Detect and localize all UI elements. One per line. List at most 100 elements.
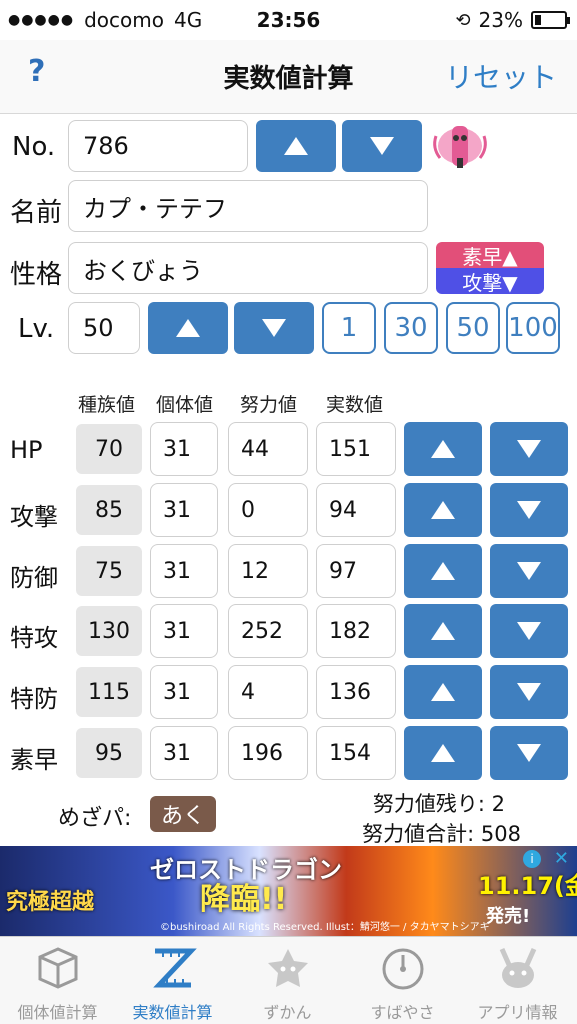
ev-field[interactable]: 12 [228, 544, 308, 598]
tab-label: 個体値計算 [17, 1003, 98, 1022]
ad-copyright: ©bushiroad All Rights Reserved. Illust：鯖… [160, 922, 490, 933]
ev-remaining: 努力値残り: 2 [372, 792, 505, 816]
stat-up-button[interactable] [404, 422, 482, 476]
name-field[interactable]: カプ・テテフ [68, 180, 428, 232]
column-header-ev: 努力値 [240, 394, 298, 416]
iv-field[interactable]: 31 [150, 422, 218, 476]
iv-field[interactable]: 31 [150, 483, 218, 537]
tab-actual-calc[interactable]: 実数値計算 [115, 937, 230, 1024]
iv-field[interactable]: 31 [150, 544, 218, 598]
actual-field[interactable]: 182 [316, 604, 396, 658]
ad-release: 発売! [486, 906, 531, 927]
actual-field[interactable]: 151 [316, 422, 396, 476]
nav-bar: ? 実数値計算 リセット [0, 40, 577, 114]
stat-down-button[interactable] [490, 483, 568, 537]
down-arrow-icon [517, 622, 541, 640]
level-label: Lv. [18, 314, 55, 344]
level-up-button[interactable] [148, 302, 228, 354]
base-stat-value: 95 [76, 728, 142, 778]
stat-name: 攻撃 [10, 503, 58, 531]
level-preset-100[interactable]: 100 [506, 302, 560, 354]
tab-bar: 個体値計算 実数値計算 ずかん すばやさ アプリ情報 [0, 936, 577, 1024]
battery-percent: 23% [478, 8, 523, 32]
actual-field[interactable]: 136 [316, 665, 396, 719]
pikachu-icon [499, 947, 536, 988]
stat-down-button[interactable] [490, 726, 568, 780]
level-field[interactable]: 50 [68, 302, 140, 354]
ad-close-icon[interactable]: ✕ [554, 848, 569, 869]
stat-up-button[interactable] [404, 483, 482, 537]
down-arrow-icon [517, 440, 541, 458]
up-arrow-icon [431, 744, 455, 762]
actual-field[interactable]: 97 [316, 544, 396, 598]
cube-icon [38, 947, 77, 989]
hidden-power-type: あく [150, 796, 216, 832]
ad-main-text: 降臨!! [200, 882, 288, 917]
stat-down-button[interactable] [490, 665, 568, 719]
base-stat-value: 130 [76, 606, 142, 656]
down-arrow-icon [262, 319, 286, 337]
ev-field[interactable]: 4 [228, 665, 308, 719]
tab-label: 実数値計算 [132, 1003, 213, 1022]
actual-field[interactable]: 154 [316, 726, 396, 780]
tab-speed[interactable]: すばやさ [345, 937, 460, 1024]
column-header-actual: 実数値 [326, 394, 384, 416]
name-label: 名前 [10, 198, 63, 228]
nature-down-stat: 攻撃▼ [436, 268, 544, 294]
base-stat-value: 75 [76, 546, 142, 596]
level-preset-1[interactable]: 1 [322, 302, 376, 354]
base-stat-value: 85 [76, 485, 142, 535]
stat-up-button[interactable] [404, 604, 482, 658]
tab-iv-calc[interactable]: 個体値計算 [0, 937, 115, 1024]
stat-down-button[interactable] [490, 422, 568, 476]
level-preset-30[interactable]: 30 [384, 302, 438, 354]
actual-field[interactable]: 94 [316, 483, 396, 537]
stat-up-button[interactable] [404, 665, 482, 719]
status-bar: ●●●●● docomo 4G 23:56 ⟲ 23% [0, 0, 577, 40]
speedometer-icon [382, 948, 423, 990]
ad-info-icon[interactable]: i [523, 850, 541, 868]
tab-label: ずかん [263, 1003, 312, 1022]
up-arrow-icon [284, 137, 308, 155]
level-down-button[interactable] [234, 302, 314, 354]
stat-down-button[interactable] [490, 544, 568, 598]
ad-left-text: 究極超越 [6, 890, 95, 915]
iv-field[interactable]: 31 [150, 665, 218, 719]
nature-effect-badge: 素早▲ 攻撃▼ [436, 242, 544, 294]
tab-app-info[interactable]: アプリ情報 [460, 937, 575, 1024]
stat-down-button[interactable] [490, 604, 568, 658]
stat-name: HP [10, 436, 43, 464]
reset-button[interactable]: リセット [445, 56, 557, 96]
column-header-base: 種族値 [78, 394, 136, 416]
tab-label: すばやさ [370, 1003, 435, 1022]
stat-name: 防御 [10, 564, 58, 592]
no-down-button[interactable] [342, 120, 422, 172]
level-preset-50[interactable]: 50 [446, 302, 500, 354]
iv-field[interactable]: 31 [150, 726, 218, 780]
nature-label: 性格 [10, 260, 63, 290]
ev-field[interactable]: 0 [228, 483, 308, 537]
base-stat-value: 70 [76, 424, 142, 474]
ev-field[interactable]: 252 [228, 604, 308, 658]
pokemon-sprite-icon [433, 126, 487, 168]
stat-up-button[interactable] [404, 726, 482, 780]
tab-pokedex[interactable]: ずかん [230, 937, 345, 1024]
ev-field[interactable]: 196 [228, 726, 308, 780]
tab-label: アプリ情報 [477, 1003, 558, 1022]
ev-field[interactable]: 44 [228, 422, 308, 476]
pokemon-icon [267, 949, 308, 987]
no-label: No. [12, 132, 56, 162]
column-header-iv: 個体値 [156, 394, 214, 416]
nature-field[interactable]: おくびょう [68, 242, 428, 294]
stat-up-button[interactable] [404, 544, 482, 598]
stat-name: 特防 [10, 685, 58, 713]
up-arrow-icon [431, 622, 455, 640]
no-field[interactable]: 786 [68, 120, 248, 172]
iv-field[interactable]: 31 [150, 604, 218, 658]
base-stat-value: 115 [76, 667, 142, 717]
no-up-button[interactable] [256, 120, 336, 172]
up-arrow-icon [431, 440, 455, 458]
down-arrow-icon [517, 683, 541, 701]
ruler-z-icon [152, 948, 197, 988]
ad-banner[interactable]: 究極超越 ゼロストドラゴン 降臨!! ©bushiroad All Rights… [0, 846, 577, 936]
